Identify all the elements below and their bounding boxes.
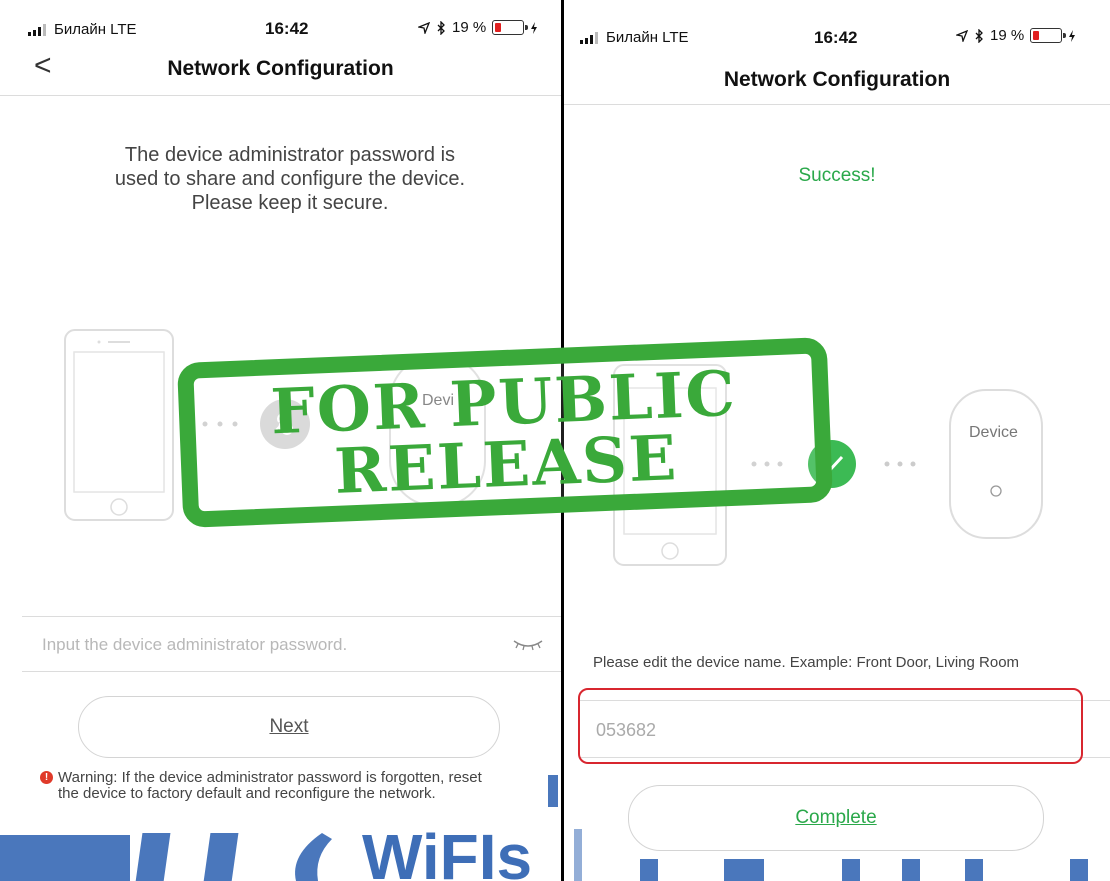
info-line: Please keep it secure. xyxy=(191,192,389,214)
page-title: Network Configuration xyxy=(167,57,394,80)
carrier-info: Билайн LTE xyxy=(28,21,137,38)
signal-icon xyxy=(28,24,46,37)
next-button[interactable]: Next xyxy=(78,696,500,758)
status-bar: Билайн LTE 16:42 19 % xyxy=(564,0,1110,47)
warning-text: Warning: If the device administrator pas… xyxy=(58,769,482,802)
charging-icon xyxy=(1069,29,1076,42)
phone-icon xyxy=(64,329,174,521)
complete-button[interactable]: Complete xyxy=(628,785,1044,851)
carrier-info: Билайн LTE xyxy=(580,29,689,46)
bluetooth-icon xyxy=(975,28,983,43)
password-row xyxy=(22,616,561,673)
nav-bar: Network Configuration xyxy=(564,56,1110,105)
device-label: Device xyxy=(969,424,1018,441)
page-title: Network Configuration xyxy=(723,68,951,91)
info-line: used to share and configure the device. xyxy=(114,168,466,190)
charging-icon xyxy=(531,21,538,34)
signal-icon xyxy=(580,32,598,45)
info-line: The device administrator password is xyxy=(124,144,456,166)
device-name-input[interactable] xyxy=(594,701,1038,759)
success-message: Success! xyxy=(798,165,876,186)
warning-icon: ! xyxy=(40,771,53,784)
clock: 16:42 xyxy=(265,19,309,38)
battery-icon xyxy=(1030,28,1067,43)
clock: 16:42 xyxy=(814,28,858,47)
device-shape xyxy=(949,389,1043,539)
device-name-row xyxy=(580,700,1110,759)
bluetooth-icon xyxy=(437,20,445,35)
location-arrow-icon xyxy=(956,29,968,42)
edit-hint: Please edit the device name. Example: Fr… xyxy=(593,654,1020,671)
battery-icon xyxy=(492,20,529,35)
eye-closed-icon[interactable] xyxy=(513,637,543,651)
password-input[interactable] xyxy=(40,617,484,673)
status-right: 19 % xyxy=(418,19,538,36)
carrier-label: Билайн LTE xyxy=(54,21,137,38)
warning-message: ! Warning: If the device administrator p… xyxy=(40,769,488,802)
location-arrow-icon xyxy=(418,21,430,34)
info-text: The device administrator password is use… xyxy=(60,143,520,215)
battery-percent: 19 % xyxy=(452,19,487,36)
status-right: 19 % xyxy=(956,27,1076,44)
public-release-stamp: FOR PUBLIC RELEASE xyxy=(176,337,834,528)
nav-bar: < Network Configuration xyxy=(0,45,561,96)
carrier-label: Билайн LTE xyxy=(606,29,689,46)
status-bar: Билайн LTE 16:42 19 % xyxy=(0,0,561,40)
battery-percent: 19 % xyxy=(990,27,1025,44)
